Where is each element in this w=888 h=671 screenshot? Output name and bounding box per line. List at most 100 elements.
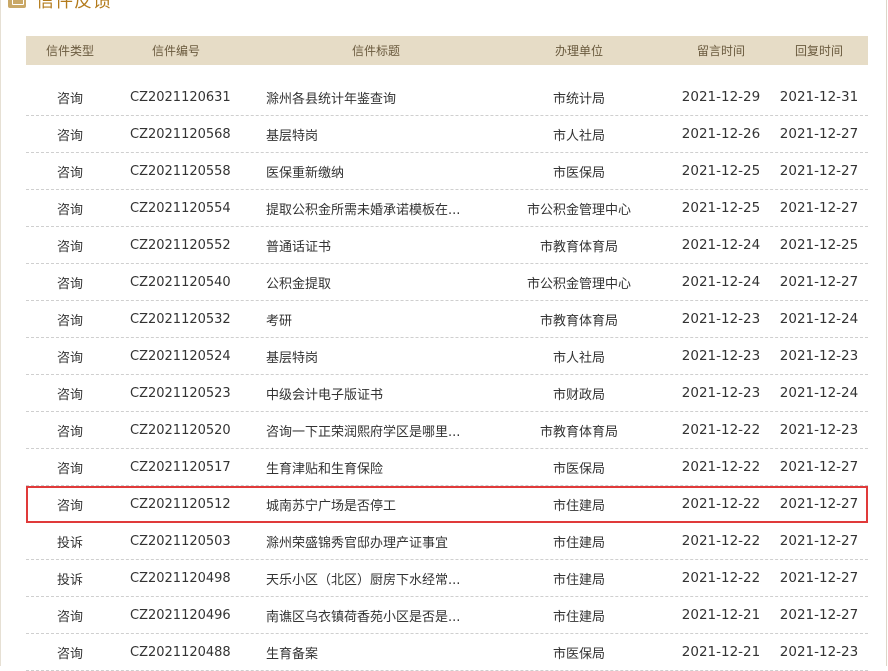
- department-cell: 市住建局: [552, 535, 605, 551]
- department-cell: 市财政局: [552, 387, 605, 403]
- letter-type-cell: 投诉: [56, 572, 83, 588]
- letter-number-cell: CZ2021120524: [130, 348, 231, 364]
- reply-time-cell: 2021-12-24: [779, 385, 859, 401]
- department-cell: 市人社局: [552, 128, 605, 144]
- department-cell: 市人社局: [552, 350, 605, 366]
- reply-time-cell: 2021-12-31: [779, 89, 859, 105]
- message-time-cell: 2021-12-21: [681, 607, 761, 623]
- letter-title-link[interactable]: 提取公积金所需未婚承诺模板在...: [266, 190, 506, 226]
- letter-title-link[interactable]: 生育津贴和生育保险: [266, 449, 506, 485]
- letter-title-link[interactable]: 普通话证书: [266, 227, 506, 263]
- department-cell: 市住建局: [552, 609, 605, 625]
- letter-title-link[interactable]: 滁州荣盛锦秀官邸办理产证事宜: [266, 523, 506, 559]
- message-time-cell: 2021-12-22: [681, 533, 761, 549]
- table-row[interactable]: 咨询 CZ2021120631 滁州各县统计年鉴查询 市统计局 2021-12-29 20…: [26, 79, 868, 116]
- column-header-title: 信件标题: [351, 44, 400, 58]
- letter-type-cell: 咨询: [56, 239, 83, 255]
- letter-title-link[interactable]: 生育备案: [266, 634, 506, 670]
- letter-title-link[interactable]: 公积金提取: [266, 264, 506, 300]
- letter-title-link[interactable]: 医保重新缴纳: [266, 153, 506, 189]
- table-row[interactable]: 咨询 CZ2021120552 普通话证书 市教育体育局 2021-12-24 2021-…: [26, 227, 868, 264]
- table-row[interactable]: 咨询 CZ2021120532 考研 市教育体育局 2021-12-23 2021-12-…: [26, 301, 868, 338]
- table-row[interactable]: 咨询 CZ2021120496 南谯区乌衣镇荷香苑小区是否是... 市住建局 2021-…: [26, 597, 868, 634]
- department-cell: 市教育体育局: [539, 424, 618, 440]
- reply-time-cell: 2021-12-25: [779, 237, 859, 253]
- column-header-number: 信件编号: [151, 44, 200, 58]
- letter-number-cell: CZ2021120520: [130, 422, 231, 438]
- message-time-cell: 2021-12-23: [681, 385, 761, 401]
- mail-icon: [8, 0, 26, 8]
- message-time-cell: 2021-12-26: [681, 126, 761, 142]
- letter-number-cell: CZ2021120496: [130, 607, 231, 623]
- letter-type-cell: 咨询: [56, 387, 83, 403]
- department-cell: 市公积金管理中心: [526, 276, 631, 292]
- letter-number-cell: CZ2021120503: [130, 533, 231, 549]
- reply-time-cell: 2021-12-27: [779, 533, 859, 549]
- letter-type-cell: 咨询: [56, 646, 83, 662]
- letter-title-link[interactable]: 城南苏宁广场是否停工: [266, 486, 506, 522]
- letter-type-cell: 咨询: [56, 461, 83, 477]
- table-row[interactable]: 咨询 CZ2021120554 提取公积金所需未婚承诺模板在... 市公积金管理中心 2…: [26, 190, 868, 227]
- letter-number-cell: CZ2021120488: [130, 644, 231, 660]
- letter-number-cell: CZ2021120552: [130, 237, 231, 253]
- message-time-cell: 2021-12-22: [681, 459, 761, 475]
- reply-time-cell: 2021-12-23: [779, 644, 859, 660]
- department-cell: 市统计局: [552, 91, 605, 107]
- table-row[interactable]: 咨询 CZ2021120523 中级会计电子版证书 市财政局 2021-12-23 202…: [26, 375, 868, 412]
- letter-number-cell: CZ2021120523: [130, 385, 231, 401]
- department-cell: 市住建局: [552, 498, 605, 514]
- letter-number-cell: CZ2021120540: [130, 274, 231, 290]
- message-time-cell: 2021-12-29: [681, 89, 761, 105]
- table-row[interactable]: 咨询 CZ2021120524 基层特岗 市人社局 2021-12-23 2021-12-…: [26, 338, 868, 375]
- column-header-message-time: 留言时间: [696, 44, 745, 58]
- letter-type-cell: 咨询: [56, 276, 83, 292]
- letter-table-body: 咨询 CZ2021120631 滁州各县统计年鉴查询 市统计局 2021-12-29 20…: [26, 79, 868, 671]
- department-cell: 市教育体育局: [539, 239, 618, 255]
- column-header-department: 办理单位: [554, 44, 603, 58]
- letter-type-cell: 咨询: [56, 165, 83, 181]
- letter-title-link[interactable]: 基层特岗: [266, 338, 506, 374]
- letter-number-cell: CZ2021120512: [130, 496, 231, 512]
- table-row[interactable]: 咨询 CZ2021120520 咨询一下正荣润熙府学区是哪里... 市教育体育局 202…: [26, 412, 868, 449]
- letter-number-cell: CZ2021120498: [130, 570, 231, 586]
- reply-time-cell: 2021-12-27: [779, 459, 859, 475]
- letter-title-link[interactable]: 滁州各县统计年鉴查询: [266, 79, 506, 115]
- table-row[interactable]: 咨询 CZ2021120568 基层特岗 市人社局 2021-12-26 2021-12-…: [26, 116, 868, 153]
- letter-title-link[interactable]: 南谯区乌衣镇荷香苑小区是否是...: [266, 597, 506, 633]
- section-title: 信件反馈: [36, 0, 112, 12]
- reply-time-cell: 2021-12-27: [779, 126, 859, 142]
- letter-number-cell: CZ2021120532: [130, 311, 231, 327]
- reply-time-cell: 2021-12-27: [779, 496, 859, 512]
- message-time-cell: 2021-12-25: [681, 200, 761, 216]
- message-time-cell: 2021-12-23: [681, 348, 761, 364]
- table-row[interactable]: 咨询 CZ2021120488 生育备案 市医保局 2021-12-21 2021-12-…: [26, 634, 868, 671]
- department-cell: 市医保局: [552, 646, 605, 662]
- letter-title-link[interactable]: 中级会计电子版证书: [266, 375, 506, 411]
- letter-type-cell: 咨询: [56, 424, 83, 440]
- column-header-reply-time: 回复时间: [794, 44, 843, 58]
- reply-time-cell: 2021-12-24: [779, 311, 859, 327]
- letter-title-link[interactable]: 考研: [266, 301, 506, 337]
- table-row[interactable]: 投诉 CZ2021120498 天乐小区（北区）厨房下水经常... 市住建局 2021-…: [26, 560, 868, 597]
- letter-type-cell: 咨询: [56, 313, 83, 329]
- table-row[interactable]: 咨询 CZ2021120517 生育津贴和生育保险 市医保局 2021-12-22 202…: [26, 449, 868, 486]
- reply-time-cell: 2021-12-27: [779, 274, 859, 290]
- section-heading: 信件反馈: [8, 0, 112, 12]
- reply-time-cell: 2021-12-23: [779, 348, 859, 364]
- table-row[interactable]: 咨询 CZ2021120558 医保重新缴纳 市医保局 2021-12-25 2021-1…: [26, 153, 868, 190]
- message-time-cell: 2021-12-22: [681, 422, 761, 438]
- reply-time-cell: 2021-12-27: [779, 163, 859, 179]
- message-time-cell: 2021-12-23: [681, 311, 761, 327]
- letter-title-link[interactable]: 咨询一下正荣润熙府学区是哪里...: [266, 412, 506, 448]
- message-time-cell: 2021-12-24: [681, 274, 761, 290]
- letter-title-link[interactable]: 天乐小区（北区）厨房下水经常...: [266, 560, 506, 596]
- table-row[interactable]: 咨询 CZ2021120540 公积金提取 市公积金管理中心 2021-12-24 202…: [26, 264, 868, 301]
- table-row-highlighted[interactable]: 咨询 CZ2021120512 城南苏宁广场是否停工 市住建局 2021-12-22 20…: [26, 486, 868, 523]
- message-time-cell: 2021-12-24: [681, 237, 761, 253]
- message-time-cell: 2021-12-25: [681, 163, 761, 179]
- department-cell: 市住建局: [552, 572, 605, 588]
- letter-type-cell: 投诉: [56, 535, 83, 551]
- department-cell: 市教育体育局: [539, 313, 618, 329]
- letter-title-link[interactable]: 基层特岗: [266, 116, 506, 152]
- table-row[interactable]: 投诉 CZ2021120503 滁州荣盛锦秀官邸办理产证事宜 市住建局 2021-12-…: [26, 523, 868, 560]
